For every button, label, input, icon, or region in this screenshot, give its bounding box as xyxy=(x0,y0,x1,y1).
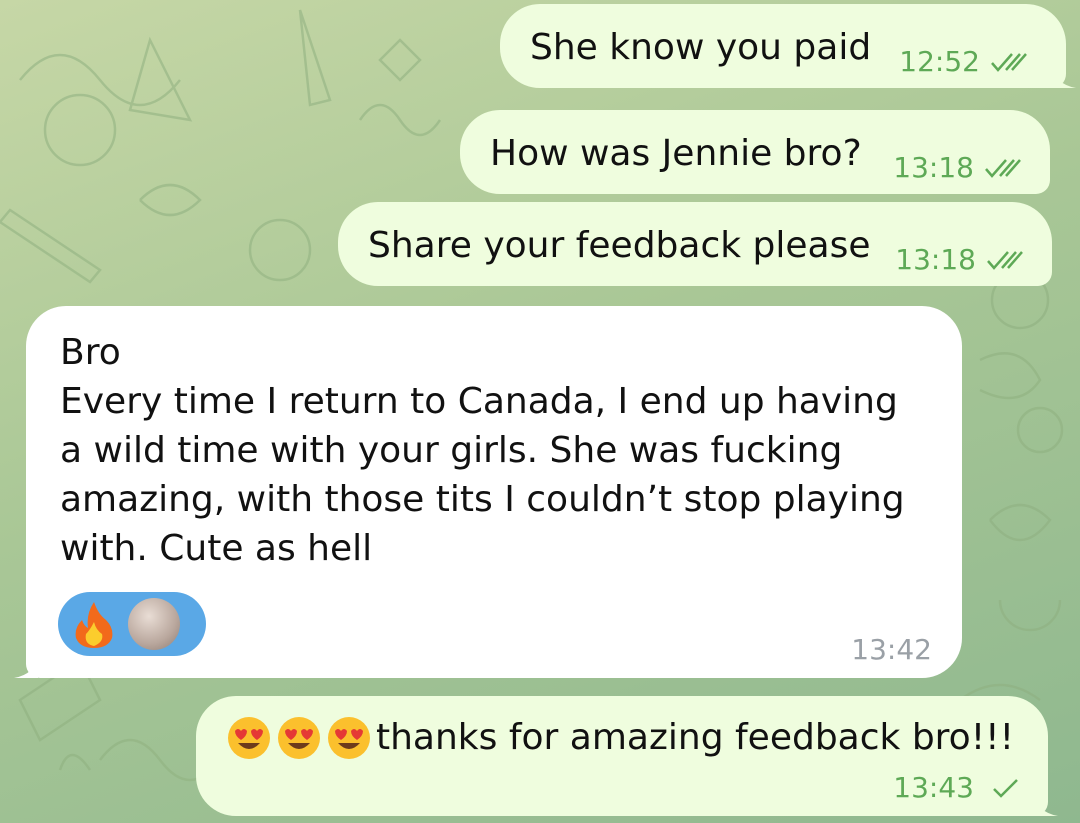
heart-eyes-emoji xyxy=(328,717,370,759)
double-check-icon xyxy=(987,251,1023,270)
message-meta: 13:42 xyxy=(851,634,932,666)
outgoing-message[interactable]: How was Jennie bro? 13:18 xyxy=(460,110,1050,194)
outgoing-message[interactable]: She know you paid 12:52 xyxy=(500,4,1076,88)
heart-eyes-emoji xyxy=(228,717,270,759)
message-meta: 13:18 xyxy=(895,244,1028,276)
message-text: Bro Every time I return to Canada, I end… xyxy=(60,332,905,569)
message-meta: 13:18 xyxy=(893,152,1026,184)
outgoing-message[interactable]: Share your feedback please 13:18 xyxy=(338,202,1052,286)
message-meta: 12:52 xyxy=(899,46,1032,78)
message-text: Share your feedback please xyxy=(368,225,871,266)
message-time: 12:52 xyxy=(899,45,980,78)
bubble-tail xyxy=(1034,792,1058,816)
message-text: She know you paid xyxy=(530,27,872,68)
reaction-pill[interactable] xyxy=(58,592,206,656)
emoji-group xyxy=(226,715,372,761)
bubble-tail xyxy=(14,654,38,678)
incoming-message[interactable]: Bro Every time I return to Canada, I end… xyxy=(14,306,962,678)
fire-emoji xyxy=(68,598,120,650)
message-text: thanks for amazing feedback bro!!! xyxy=(376,717,1014,758)
message-time: 13:43 xyxy=(893,771,974,804)
bubble-tail xyxy=(1052,64,1076,88)
message-time: 13:18 xyxy=(893,151,974,184)
message-time: 13:18 xyxy=(895,243,976,276)
sender-avatar xyxy=(128,598,180,650)
message-text: How was Jennie bro? xyxy=(490,133,862,174)
single-check-icon xyxy=(993,779,1018,798)
message-meta: 13:43 xyxy=(893,772,1026,804)
heart-eyes-emoji xyxy=(278,717,320,759)
double-check-icon xyxy=(985,159,1021,178)
outgoing-message[interactable]: thanks for amazing feedback bro!!! 13:43 xyxy=(196,696,1058,816)
message-time: 13:42 xyxy=(851,633,932,666)
double-check-icon xyxy=(991,53,1027,72)
